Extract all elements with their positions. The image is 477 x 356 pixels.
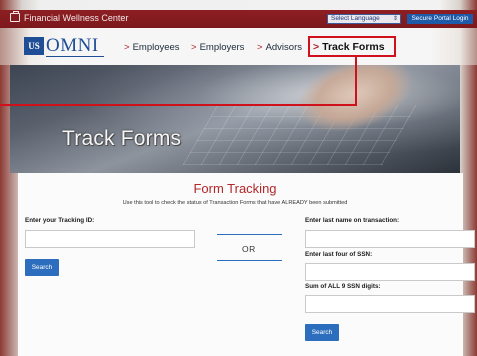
form-tracking-panel: Form Tracking Use this tool to check the… [18,173,475,356]
logo-mark[interactable]: US [24,37,44,55]
nav-item-employees[interactable]: > Employees [124,42,180,53]
ssn-sum-label: Sum of ALL 9 SSN digits: [305,283,381,290]
last-name-input[interactable] [305,230,475,248]
or-label: OR [242,244,256,254]
last-name-label: Enter last name on transaction: [305,217,400,224]
highlight-connector-vertical [355,57,357,105]
ssn-sum-input[interactable] [305,295,475,313]
nav-item-employers[interactable]: > Employers [191,42,244,53]
main-nav: US OMNI > Employees > Employers > Advisors … [0,28,477,65]
updown-arrow-icon: ⇕ [392,16,398,22]
financial-wellness-link[interactable]: Financial Wellness Center [24,13,128,23]
ssn-last-four-label: Enter last four of SSN: [305,251,373,258]
hero-title: Track Forms [62,127,182,150]
chevron-right-icon: > [124,42,130,53]
secure-portal-login-button[interactable]: Secure Portal Login [407,14,473,24]
top-bar: Financial Wellness Center Select Languag… [0,10,477,29]
nav-item-label: Employers [199,42,245,53]
search-button-ssn[interactable]: Search [305,324,339,341]
or-divider-top [217,234,282,235]
logo-underline [46,56,104,57]
language-select[interactable]: Select Language ⇕ [327,14,401,24]
chevron-right-icon: > [191,42,197,53]
highlight-connector-horizontal [0,104,357,106]
tracking-id-input[interactable] [25,230,195,248]
nav-item-label: Advisors [265,42,302,53]
form-subtitle: Use this tool to check the status of Tra… [122,200,348,206]
nav-item-advisors[interactable]: > Advisors [257,42,302,53]
hero-banner: Track Forms [10,65,460,173]
logo-text[interactable]: OMNI [46,35,99,57]
nav-item-label: Employees [132,42,180,53]
search-button-tracking[interactable]: Search [25,259,59,276]
chevron-right-icon: > [257,42,263,53]
ssn-last-four-input[interactable] [305,263,475,281]
briefcase-icon [10,11,20,22]
language-select-value: Select Language [331,15,380,22]
or-divider-bottom [217,260,282,261]
track-forms-highlight-box [308,36,396,57]
tracking-id-label: Enter your Tracking ID: [25,217,95,224]
form-title: Form Tracking [193,181,277,196]
